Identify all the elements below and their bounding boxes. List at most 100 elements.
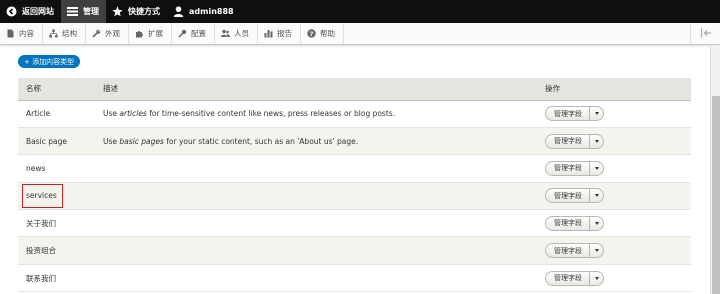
tray-item-extend[interactable]: 扩展	[129, 23, 172, 44]
content-type-description	[95, 236, 537, 265]
back-arrow-icon	[6, 6, 17, 17]
content-type-name: 关于我们	[18, 209, 95, 238]
operations-cell: 管理字段	[537, 154, 691, 183]
back-to-site-label: 返回网站	[22, 7, 54, 16]
wrench-icon	[92, 29, 101, 38]
column-header-description: 描述	[95, 78, 537, 101]
add-content-type-button[interactable]: + 添加内容类型	[18, 55, 81, 68]
caret-down-icon	[594, 112, 599, 116]
content-type-name: 联系我们	[18, 264, 95, 293]
desc-text: Use	[103, 109, 120, 119]
desc-emphasis: articles	[119, 109, 147, 119]
manage-tab[interactable]: 管理	[61, 0, 106, 23]
content-type-description: Use articles for time-sensitive content …	[95, 100, 537, 128]
caret-down-icon	[594, 139, 599, 143]
content-type-description: Use basic pages for your static content,…	[95, 127, 537, 156]
tray-item-label: 报告	[277, 29, 292, 38]
manage-fields-button[interactable]: 管理字段	[546, 244, 590, 258]
help-icon: ?	[307, 29, 316, 38]
tray-item-help[interactable]: ? 帮助	[301, 23, 344, 44]
file-icon	[6, 29, 15, 38]
dropbutton-toggle[interactable]	[590, 272, 603, 285]
manage-label: 管理	[83, 7, 99, 16]
caret-down-icon	[594, 194, 599, 198]
operations-cell: 管理字段	[537, 236, 691, 265]
table-header-row: 名称 描述 操作	[18, 78, 691, 101]
vertical-scrollbar[interactable]	[710, 45, 720, 294]
manage-fields-button[interactable]: 管理字段	[546, 216, 590, 230]
caret-down-icon	[594, 249, 599, 253]
content-type-name: news	[18, 154, 95, 183]
bar-chart-icon	[264, 29, 273, 38]
content-type-name: Basic page	[18, 127, 95, 156]
tray-item-label: 扩展	[148, 29, 163, 38]
tray-item-label: 结构	[62, 29, 77, 38]
content-type-description	[95, 264, 537, 293]
operations-dropbutton: 管理字段	[545, 215, 604, 231]
highlight-box	[22, 184, 63, 208]
content-type-name: 投资组合	[18, 236, 95, 265]
tray-item-label: 外观	[105, 29, 120, 38]
operations-dropbutton: 管理字段	[545, 243, 604, 259]
manage-fields-button[interactable]: 管理字段	[546, 189, 590, 203]
tray-item-config[interactable]: 配置	[172, 23, 215, 44]
user-tab[interactable]: admin888	[167, 0, 241, 23]
content-type-name: Article	[18, 100, 95, 128]
column-header-name[interactable]: 名称	[18, 78, 95, 101]
operations-cell: 管理字段	[537, 100, 691, 128]
dropbutton-toggle[interactable]	[590, 162, 603, 175]
tray-orientation-toggle[interactable]	[690, 23, 720, 44]
operations-dropbutton: 管理字段	[545, 106, 604, 122]
operations-dropbutton: 管理字段	[545, 270, 604, 286]
scrollbar-thumb[interactable]	[712, 96, 720, 294]
operations-cell: 管理字段	[537, 182, 691, 211]
manage-fields-button[interactable]: 管理字段	[546, 107, 590, 121]
table-row: 关于我们 管理字段	[18, 209, 691, 238]
caret-down-icon	[594, 166, 599, 170]
dropbutton-toggle[interactable]	[590, 107, 603, 120]
table-row: 联系我们 管理字段	[18, 264, 691, 293]
tray-item-structure[interactable]: 结构	[43, 23, 86, 44]
manage-fields-button[interactable]: 管理字段	[546, 271, 590, 285]
table-row: Basic page Use basic pages for your stat…	[18, 127, 691, 156]
shortcuts-label: 快捷方式	[128, 7, 160, 16]
puzzle-icon	[135, 29, 144, 38]
operations-cell: 管理字段	[537, 127, 691, 156]
tray-item-appearance[interactable]: 外观	[86, 23, 129, 44]
content-types-table: 名称 描述 操作 Article Use articles for time-s…	[18, 78, 691, 293]
tray-item-reports[interactable]: 报告	[258, 23, 301, 44]
column-header-operations: 操作	[537, 78, 691, 101]
dropbutton-toggle[interactable]	[590, 189, 603, 202]
operations-dropbutton: 管理字段	[545, 188, 604, 204]
desc-text: Use	[103, 136, 120, 146]
back-to-site-link[interactable]: 返回网站	[0, 0, 61, 23]
table-row: Article Use articles for time-sensitive …	[18, 100, 691, 128]
manage-fields-button[interactable]: 管理字段	[546, 134, 590, 148]
tray-item-label: 内容	[19, 29, 34, 38]
menu-icon	[67, 6, 78, 17]
admin-toolbar: 返回网站 管理 快捷方式 admin888	[0, 0, 720, 23]
user-label: admin888	[189, 7, 234, 16]
star-icon	[112, 6, 123, 17]
caret-down-icon	[594, 276, 599, 280]
dropbutton-toggle[interactable]	[590, 217, 603, 230]
tray-item-people[interactable]: 人员	[215, 23, 258, 44]
tray-item-label: 帮助	[320, 29, 335, 38]
svg-text:?: ?	[310, 30, 314, 38]
gear-icon	[178, 29, 187, 38]
content-type-description	[95, 209, 537, 238]
table-row: news 管理字段	[18, 154, 691, 183]
operations-dropbutton: 管理字段	[545, 133, 604, 149]
tray-item-content[interactable]: 内容	[0, 23, 43, 44]
operations-cell: 管理字段	[537, 264, 691, 293]
content-types-table-wrapper: 名称 描述 操作 Article Use articles for time-s…	[18, 78, 691, 293]
dropbutton-toggle[interactable]	[590, 135, 603, 148]
dropbutton-toggle[interactable]	[590, 244, 603, 257]
operations-dropbutton: 管理字段	[545, 160, 604, 176]
tray-item-label: 人员	[234, 29, 249, 38]
desc-text: for your static content, such as an 'Abo…	[163, 136, 359, 146]
shortcuts-tab[interactable]: 快捷方式	[106, 0, 167, 23]
manage-fields-button[interactable]: 管理字段	[546, 161, 590, 175]
table-row: 投资组合 管理字段	[18, 236, 691, 265]
sitemap-icon	[49, 29, 58, 38]
